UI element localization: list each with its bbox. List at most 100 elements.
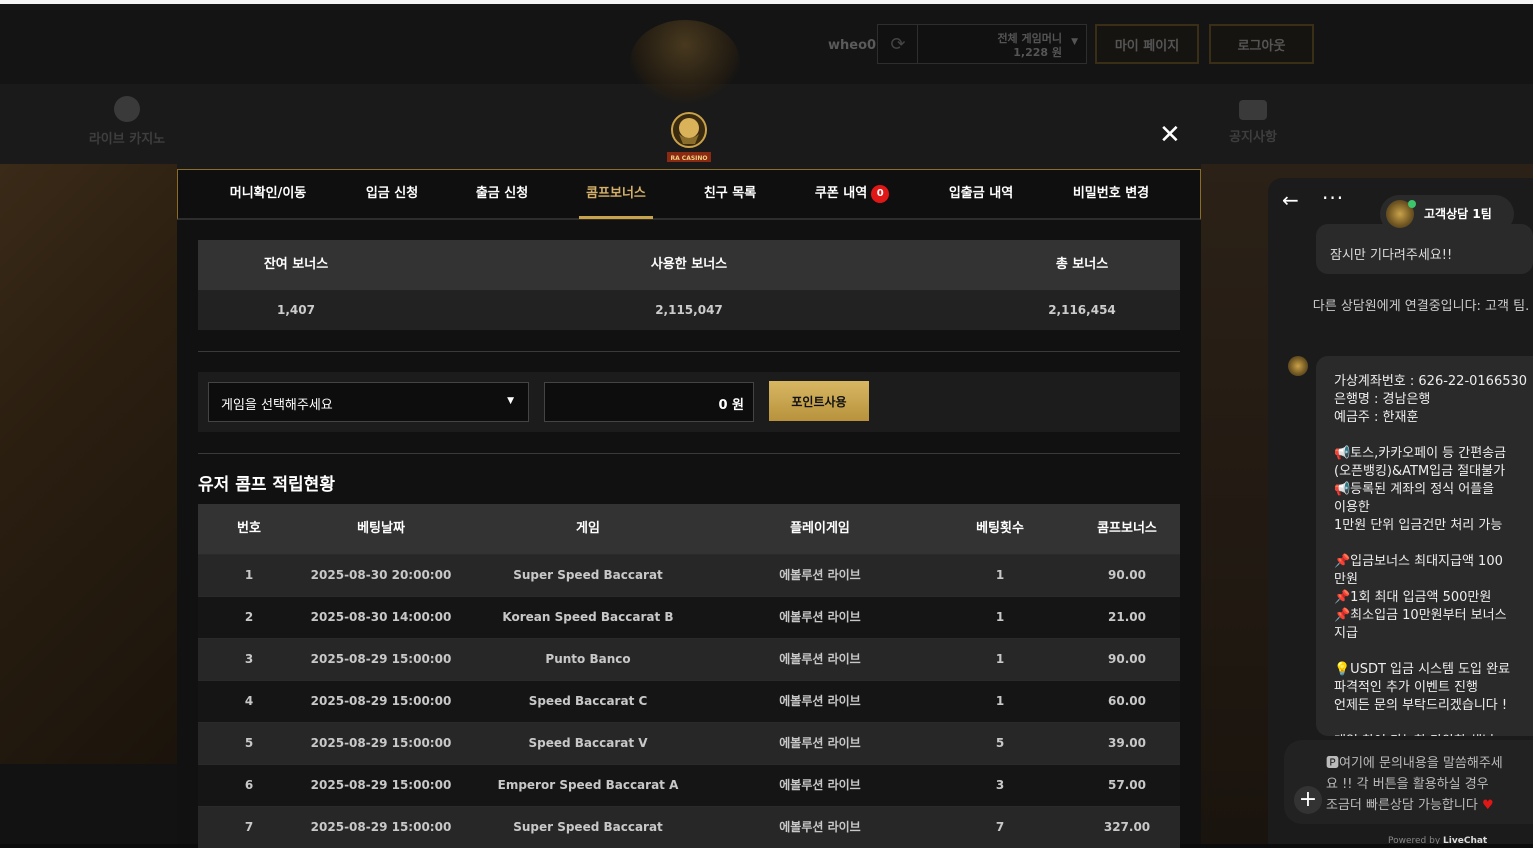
refresh-icon: ⟳ <box>890 33 906 55</box>
chat-message-line: 📢등록된 계좌의 정식 어플을 <box>1334 482 1495 497</box>
bet-count: 1 <box>995 610 1005 624</box>
mypage-modal: RA CASINO ✕ 머니확인/이동 입금 신청 출금 신청 콤프보너스 친구… <box>177 104 1201 848</box>
point-use-form: 게임을 선택해주세요 ▼ 0 원 포인트사용 <box>198 372 1180 432</box>
column-header: 게임 <box>576 521 600 536</box>
background-bottom-left <box>0 764 177 844</box>
chat-message-line: 언제든 문의 부탁드리겠습니다 ! <box>1334 698 1508 713</box>
bet-date: 2025-08-29 15:00:00 <box>310 778 452 792</box>
agent-info[interactable]: 고객상담 1팀 <box>1380 195 1514 233</box>
column-header: 번호 <box>237 521 261 536</box>
more-options-icon[interactable]: ··· <box>1322 186 1344 210</box>
chat-message-line: (오픈뱅킹)&ATM입금 절대불가 <box>1334 464 1506 479</box>
table-header-row: 번호 베팅날짜 게임 플레이게임 베팅횟수 콤프보너스 <box>198 504 1180 554</box>
bet-count: 7 <box>995 820 1005 834</box>
bet-count: 1 <box>995 652 1005 666</box>
chat-message-line: 지급 <box>1334 626 1358 641</box>
divider <box>198 351 1180 352</box>
mypage-button[interactable]: 마이 페이지 <box>1095 24 1199 64</box>
column-header: 베팅날짜 <box>357 521 405 536</box>
back-arrow-icon[interactable]: ← <box>1282 188 1299 212</box>
chevron-down-icon: ▼ <box>507 396 514 406</box>
game-select[interactable]: 게임을 선택해주세요 ▼ <box>208 382 529 422</box>
use-points-button[interactable]: 포인트사용 <box>769 381 869 421</box>
column-header: 베팅횟수 <box>976 521 1024 536</box>
provider: 에볼루션 라이브 <box>779 736 861 750</box>
livechat-brand: LiveChat <box>1443 836 1488 844</box>
column-header: 플레이게임 <box>790 521 850 536</box>
tab-comp-bonus[interactable]: 콤프보너스 <box>566 170 666 218</box>
chat-message-line: 📢토스,카카오페이 등 간편송금 <box>1334 446 1507 461</box>
provider: 에볼루션 라이브 <box>779 778 861 792</box>
chevron-down-icon: ▼ <box>1071 37 1078 47</box>
provider: 에볼루션 라이브 <box>779 610 861 624</box>
nav-item-live-casino[interactable]: 라이브 카지노 <box>82 96 172 147</box>
tab-deposit[interactable]: 입금 신청 <box>344 170 440 218</box>
row-number: 4 <box>244 694 254 708</box>
table-row: 4 2025-08-29 15:00:00 Speed Baccarat C 에… <box>198 680 1180 722</box>
row-number: 2 <box>244 610 254 624</box>
summary-header-row: 잔여 보너스 사용한 보너스 총 보너스 <box>198 240 1180 290</box>
chat-message-line: 매일 참여 가능한 다양한 채널 <box>1334 730 1494 736</box>
site-logo[interactable] <box>630 20 740 104</box>
input-placeholder-text: 조금더 빠른상담 가능합니다 <box>1326 798 1478 813</box>
close-icon: ✕ <box>1159 120 1181 150</box>
chat-message-line: 1만원 단위 입금건만 처리 가능 <box>1334 518 1503 533</box>
game-name: Speed Baccarat V <box>528 736 648 750</box>
money-value: 1,228 원 <box>1013 46 1062 59</box>
bet-date: 2025-08-29 15:00:00 <box>310 820 452 834</box>
point-amount-value: 0 원 <box>718 398 744 413</box>
game-money-dropdown[interactable]: 전체 게임머니 1,228 원 ▼ <box>917 24 1087 64</box>
row-number: 5 <box>244 736 254 750</box>
divider <box>198 453 1180 454</box>
bet-date: 2025-08-29 15:00:00 <box>310 652 452 666</box>
chat-message-bubble: 가상계좌번호 : 626-22-0166530 은행명 : 경남은행 예금주 : 한… <box>1316 356 1533 736</box>
row-number: 1 <box>244 568 254 582</box>
bonus-summary-table: 잔여 보너스 사용한 보너스 총 보너스 1,407 2,115,047 2,1… <box>198 240 1180 330</box>
comp-amount: 90.00 <box>1108 568 1146 582</box>
comp-amount: 39.00 <box>1108 736 1146 750</box>
logout-button[interactable]: 로그아웃 <box>1209 24 1314 64</box>
powered-by[interactable]: Powered by LiveChat <box>1388 836 1487 844</box>
nav-item-label: 공지사항 <box>1229 130 1277 145</box>
bet-count: 5 <box>995 736 1005 750</box>
comp-amount: 327.00 <box>1103 820 1151 834</box>
provider: 에볼루션 라이브 <box>779 694 861 708</box>
bet-date: 2025-08-30 20:00:00 <box>310 568 452 582</box>
provider: 에볼루션 라이브 <box>779 652 861 666</box>
chat-message-line: 예금주 : 한재훈 <box>1334 410 1419 425</box>
plus-icon[interactable]: + <box>1294 786 1322 814</box>
tab-transactions[interactable]: 입출금 내역 <box>928 170 1034 218</box>
table-row: 1 2025-08-30 20:00:00 Super Speed Baccar… <box>198 554 1180 596</box>
heart-icon: ♥ <box>1481 798 1494 813</box>
game-select-value: 게임을 선택해주세요 <box>221 398 333 413</box>
close-button[interactable]: ✕ <box>1159 120 1181 150</box>
tab-password[interactable]: 비밀번호 변경 <box>1052 170 1170 218</box>
chat-message-line: 만원 <box>1334 572 1358 587</box>
tab-coupons[interactable]: 쿠폰 내역 0 <box>792 170 912 218</box>
tab-money-check[interactable]: 머니확인/이동 <box>208 170 328 218</box>
tab-friends[interactable]: 친구 목록 <box>682 170 778 218</box>
chat-message-line: 💡USDT 입금 시스템 도입 완료 <box>1334 662 1511 677</box>
nav-item-notice[interactable]: 공지사항 <box>1208 96 1298 145</box>
bet-count: 1 <box>995 568 1005 582</box>
chat-message-line: 📌최소입금 10만원부터 보너스 <box>1334 608 1507 623</box>
tab-withdraw[interactable]: 출금 신청 <box>454 170 550 218</box>
comp-amount: 60.00 <box>1108 694 1146 708</box>
point-amount-input[interactable]: 0 원 <box>544 382 754 422</box>
game-name: Korean Speed Baccarat B <box>502 610 674 624</box>
comp-amount: 21.00 <box>1108 610 1146 624</box>
agent-name: 고객상담 1팀 <box>1424 207 1492 221</box>
table-row: 6 2025-08-29 15:00:00 Emperor Speed Bacc… <box>198 764 1180 806</box>
refresh-button[interactable]: ⟳ <box>877 24 919 64</box>
background-art-left <box>0 164 177 764</box>
bet-date: 2025-08-29 15:00:00 <box>310 694 452 708</box>
bet-date: 2025-08-29 15:00:00 <box>310 736 452 750</box>
modal-header: RA CASINO ✕ <box>177 104 1201 169</box>
table-row: 5 2025-08-29 15:00:00 Speed Baccarat V 에… <box>198 722 1180 764</box>
casino-chip-icon <box>114 96 140 122</box>
chat-message-input[interactable]: + 🅿여기에 문의내용을 말씀해주세 요 !! 각 버튼을 활용하실 경우 조금… <box>1284 740 1533 824</box>
total-bonus: 2,116,454 <box>1048 303 1116 317</box>
game-name: Punto Banco <box>545 652 631 666</box>
chat-message-text: 잠시만 기다려주세요!! <box>1330 248 1453 263</box>
game-name: Speed Baccarat C <box>528 694 648 708</box>
